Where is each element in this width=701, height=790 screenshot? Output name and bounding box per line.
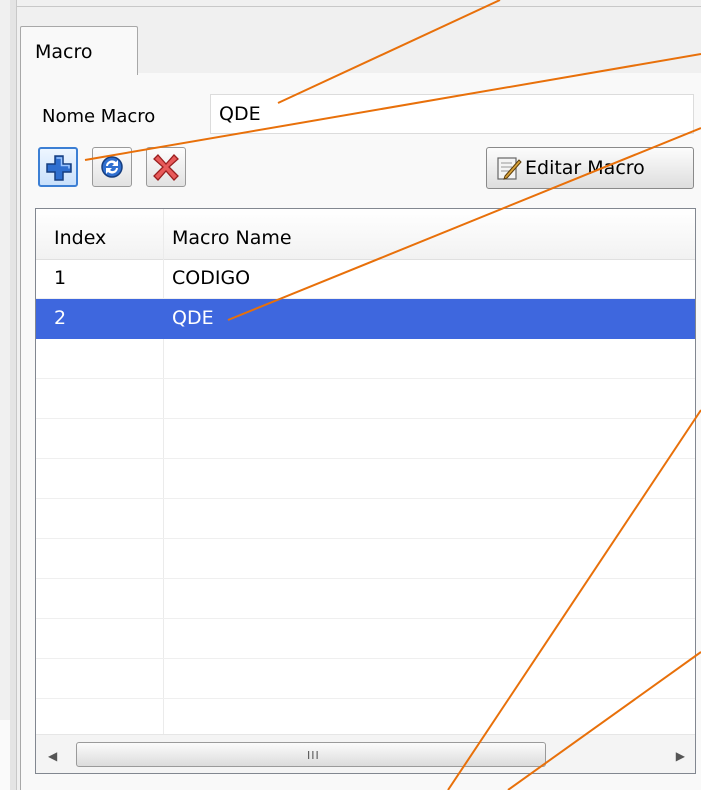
empty-row [36, 699, 695, 739]
add-macro-button[interactable] [38, 147, 78, 187]
plus-icon [46, 155, 72, 181]
nome-macro-input[interactable] [210, 94, 694, 134]
scroll-grip: III [307, 749, 320, 762]
cell-macro-name: QDE [172, 307, 214, 329]
empty-row [36, 659, 695, 699]
tab-macro-label: Macro [35, 41, 93, 63]
delete-button[interactable] [146, 147, 186, 187]
cell-macro-name: CODIGO [172, 267, 251, 289]
refresh-icon [101, 156, 123, 178]
macro-table[interactable]: Index Macro Name 1 CODIGO 2 QDE ◀ III ▶ [35, 208, 696, 774]
empty-row [36, 539, 695, 579]
cell-index: 1 [54, 267, 67, 289]
table-row[interactable]: 1 CODIGO [36, 259, 695, 299]
edit-macro-button[interactable]: Editar Macro [486, 147, 694, 189]
nome-macro-label: Nome Macro [42, 106, 156, 127]
column-header-macro-name[interactable]: Macro Name [172, 227, 292, 249]
cell-index: 2 [54, 307, 67, 329]
column-header-index[interactable]: Index [54, 227, 106, 249]
scroll-left-icon[interactable]: ◀ [48, 749, 57, 763]
left-panel-footer [0, 720, 10, 790]
refresh-button[interactable] [92, 147, 132, 187]
scroll-right-icon[interactable]: ▶ [676, 749, 685, 763]
scroll-thumb[interactable]: III [76, 742, 546, 767]
delete-x-icon [153, 154, 179, 181]
table-header: Index Macro Name [36, 209, 695, 260]
top-border [16, 6, 701, 7]
horizontal-scrollbar[interactable]: ◀ III ▶ [36, 734, 695, 773]
empty-row [36, 339, 695, 379]
edit-document-icon [497, 157, 522, 180]
empty-row [36, 499, 695, 539]
empty-row [36, 379, 695, 419]
empty-row [36, 619, 695, 659]
empty-row [36, 579, 695, 619]
edit-macro-label: Editar Macro [525, 157, 645, 179]
empty-row [36, 419, 695, 459]
table-row[interactable]: 2 QDE [36, 299, 695, 339]
tab-macro[interactable]: Macro [20, 26, 138, 75]
empty-row [36, 459, 695, 499]
